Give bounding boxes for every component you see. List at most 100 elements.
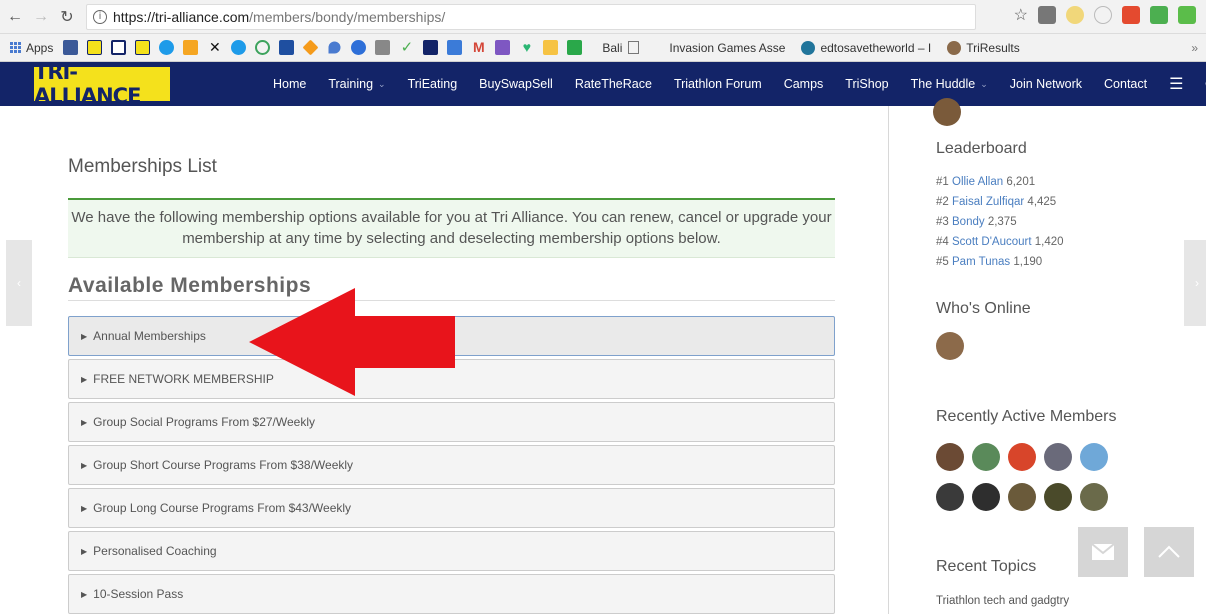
membership-accordion-10-session[interactable]: ▶ 10-Session Pass [68,574,835,614]
member-avatar[interactable] [936,443,964,471]
menu-camps[interactable]: Camps [773,77,835,91]
member-avatar[interactable] [1080,443,1108,471]
menu-home[interactable]: Home [262,77,317,91]
forward-arrow-icon[interactable]: → [30,6,52,28]
bookmark-bali[interactable]: Bali [602,41,640,55]
check-icon[interactable]: ✓ [399,40,414,55]
menu-triathlon-forum[interactable]: Triathlon Forum [663,77,773,91]
grey-k-icon[interactable] [375,40,391,55]
prev-slide-tab[interactable]: ‹ [6,240,32,326]
bookmark-invasion-games[interactable]: Invasion Games Asse [669,41,785,55]
triangle-right-icon: ▶ [81,546,88,556]
blue-dot-icon[interactable] [231,40,247,55]
member-link[interactable]: Ollie Allan [952,176,1003,188]
membership-accordion-personalised[interactable]: ▶ Personalised Coaching [68,531,835,571]
orange-square-icon[interactable] [183,40,199,55]
menu-trishop[interactable]: TriShop [834,77,899,91]
member-avatar[interactable] [1008,483,1036,511]
menu-buyswapsell[interactable]: BuySwapSell [468,77,564,91]
facebook-icon[interactable] [63,40,79,55]
member-link[interactable]: Pam Tunas [952,256,1010,268]
edtosave-label: edtosavetheworld – I [820,40,932,55]
search-icon[interactable] [1194,78,1206,91]
user-avatar[interactable] [933,98,961,126]
member-link[interactable]: Faisal Zulfiqar [952,196,1024,208]
menu-trieating[interactable]: TriEating [397,77,469,91]
heart-icon[interactable]: ♥ [519,40,534,55]
browser-toolbar: ← → ↻ i https://tri-alliance.com/members… [0,0,1206,34]
member-avatar[interactable] [972,443,1000,471]
feedly-extension-icon[interactable] [1150,6,1168,24]
ta-icon-2[interactable] [135,40,151,55]
clock-extension-icon[interactable] [1094,6,1112,24]
purple-icon[interactable] [495,40,511,55]
url-host: https://tri-alliance.com [113,8,250,25]
site-logo[interactable]: TRI-ALLIANCE [34,60,170,108]
yellow-folder-icon[interactable] [543,40,559,55]
member-avatar[interactable] [1044,483,1072,511]
address-bar[interactable]: i https://tri-alliance.com/members/bondy… [86,3,976,30]
chevron-left-icon: ‹ [17,276,21,290]
member-avatar[interactable] [972,483,1000,511]
hamburger-menu-icon[interactable]: ☰ [1158,74,1194,94]
member-avatar[interactable] [1080,483,1108,511]
blue-circle-icon-2[interactable] [351,40,367,55]
member-avatar[interactable] [1044,443,1072,471]
circle-blue-icon[interactable] [159,40,175,55]
shield-extension-icon[interactable] [1038,6,1056,24]
tp-icon[interactable] [279,40,295,55]
leaderboard-row: #3 Bondy 2,375 [936,212,1064,232]
moon-extension-icon[interactable] [1066,6,1084,24]
menu-training[interactable]: Training ⌄ [317,77,396,91]
site-navbar: TRI-ALLIANCE Home Training ⌄ TriEating Bu… [0,60,1206,108]
membership-accordion-group-short[interactable]: ▶ Group Short Course Programs From $38/We… [68,445,835,485]
member-avatar[interactable] [1008,443,1036,471]
green-d-icon[interactable] [567,40,583,55]
menu-join-network[interactable]: Join Network [999,77,1093,91]
bookmark-edtosavetheworld[interactable]: edtosavetheworld – I [801,40,932,55]
reload-icon[interactable]: ↻ [56,6,78,28]
apps-label: Apps [26,40,54,55]
membership-label: Annual Memberships [93,329,206,343]
more-bookmarks-icon[interactable]: » [1191,41,1198,55]
pin-icon[interactable] [328,41,341,54]
leaderboard-list: #1 Ollie Allan 6,201 #2 Faisal Zulfiqar … [936,172,1064,272]
x-icon[interactable]: ✕ [207,40,222,55]
membership-label: Group Long Course Programs From $43/Week… [93,501,352,515]
bookmarks-bar: Apps ✕ ✓ M ♥ Bali Invasion Games Asse ed… [0,34,1206,62]
apps-bookmark[interactable]: Apps [10,41,53,55]
shield-bm-icon[interactable] [423,40,439,55]
active-avatars-row-1 [936,443,1108,471]
chart-bm-icon[interactable] [447,40,463,55]
menu-ratetherace[interactable]: RateTheRace [564,77,663,91]
member-link[interactable]: Scott D'Aucourt [952,236,1032,248]
edge-icon[interactable] [255,40,271,55]
mail-button[interactable] [1078,527,1128,577]
envelope-icon [1091,543,1115,560]
diamond-icon[interactable] [302,39,319,56]
member-avatar[interactable] [936,483,964,511]
star-icon[interactable]: ☆ [1014,5,1028,25]
chevron-down-icon: ⌄ [378,78,386,89]
gmail-icon[interactable]: M [471,40,486,55]
menu-the-huddle[interactable]: The Huddle ⌄ [900,77,999,91]
ta-icon[interactable] [87,40,103,55]
online-member-avatar[interactable] [936,332,964,360]
scroll-to-top-button[interactable] [1144,527,1194,577]
page-title: Memberships List [68,156,217,177]
membership-label: Group Social Programs From $27/Weekly [93,415,316,429]
triresults-icon [947,40,962,55]
member-link[interactable]: Bondy [952,216,985,228]
membership-accordion-group-long[interactable]: ▶ Group Long Course Programs From $43/Wee… [68,488,835,528]
bookmark-triresults[interactable]: TriResults [947,40,1020,55]
info-icon[interactable]: i [93,9,107,24]
todoist-extension-icon[interactable] [1122,6,1140,24]
evernote-extension-icon[interactable] [1178,6,1196,24]
menu-contact[interactable]: Contact [1093,77,1158,91]
triangle-right-icon: ▶ [81,417,88,427]
tg-icon[interactable] [111,40,127,55]
membership-accordion-group-social[interactable]: ▶ Group Social Programs From $27/Weekly [68,402,835,442]
recent-topic-link[interactable]: Triathlon tech and gadgtry [936,595,1069,607]
back-arrow-icon[interactable]: ← [4,6,26,28]
membership-label: Group Short Course Programs From $38/Wee… [93,458,354,472]
